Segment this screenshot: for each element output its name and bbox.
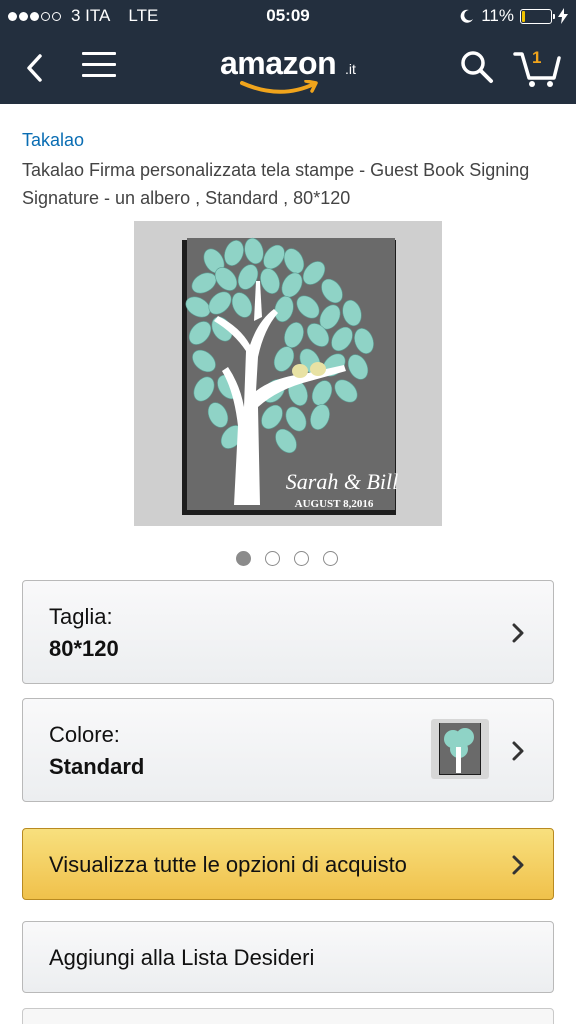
charging-bolt-icon <box>558 8 568 24</box>
size-value: 80*120 <box>49 636 119 661</box>
color-selector[interactable]: Colore: Standard <box>22 698 554 802</box>
moon-icon <box>460 9 474 23</box>
status-bar: 3 ITA LTE 05:09 11% <box>0 0 576 32</box>
amazon-logo[interactable]: amazon .it <box>214 42 364 94</box>
color-swatch-thumbnail <box>431 719 489 779</box>
image-date-text: AUGUST 8,2016 <box>295 498 374 510</box>
battery-icon <box>520 8 555 24</box>
nav-bar: amazon .it 1 <box>0 32 576 104</box>
status-right: 11% <box>459 6 568 26</box>
chevron-right-icon <box>512 855 524 875</box>
size-selector[interactable]: Taglia: 80*120 <box>22 580 554 684</box>
next-action-card[interactable] <box>22 1008 554 1024</box>
back-chevron-icon <box>27 54 42 82</box>
image-pagination <box>0 551 576 567</box>
logo-tld: .it <box>345 61 356 77</box>
brand-link[interactable]: Takalao <box>22 130 84 151</box>
back-button[interactable] <box>20 50 52 86</box>
pagination-dot[interactable] <box>323 551 338 566</box>
product-title: Takalao Firma personalizzata tela stampe… <box>22 160 530 208</box>
size-label: Taglia: <box>49 604 113 629</box>
product-canvas-illustration: Sarah & Bill AUGUST 8,2016 <box>134 221 442 526</box>
color-value: Standard <box>49 754 145 779</box>
cart-button[interactable]: 1 <box>512 44 562 90</box>
pagination-dot[interactable] <box>265 551 280 566</box>
pagination-dot[interactable] <box>236 551 251 566</box>
chevron-right-icon <box>512 623 524 643</box>
search-button[interactable] <box>458 48 496 86</box>
logo-text: amazon <box>220 45 337 81</box>
smile-arrow-icon <box>240 80 318 94</box>
cart-count-badge: 1 <box>532 48 542 67</box>
view-purchase-options-label: Visualizza tutte le opzioni di acquisto <box>49 852 407 877</box>
chevron-right-icon <box>512 741 524 761</box>
battery-percent: 11% <box>481 6 514 25</box>
hamburger-menu-icon[interactable] <box>82 52 116 84</box>
image-names-text: Sarah & Bill <box>286 469 398 494</box>
view-purchase-options-button[interactable]: Visualizza tutte le opzioni di acquisto <box>22 828 554 900</box>
add-to-wishlist-button[interactable]: Aggiungi alla Lista Desideri <box>22 921 554 993</box>
pagination-dot[interactable] <box>294 551 309 566</box>
color-label: Colore: <box>49 722 120 747</box>
search-icon <box>461 51 493 83</box>
product-image[interactable]: Sarah & Bill AUGUST 8,2016 <box>134 221 442 526</box>
add-to-wishlist-label: Aggiungi alla Lista Desideri <box>49 945 315 970</box>
